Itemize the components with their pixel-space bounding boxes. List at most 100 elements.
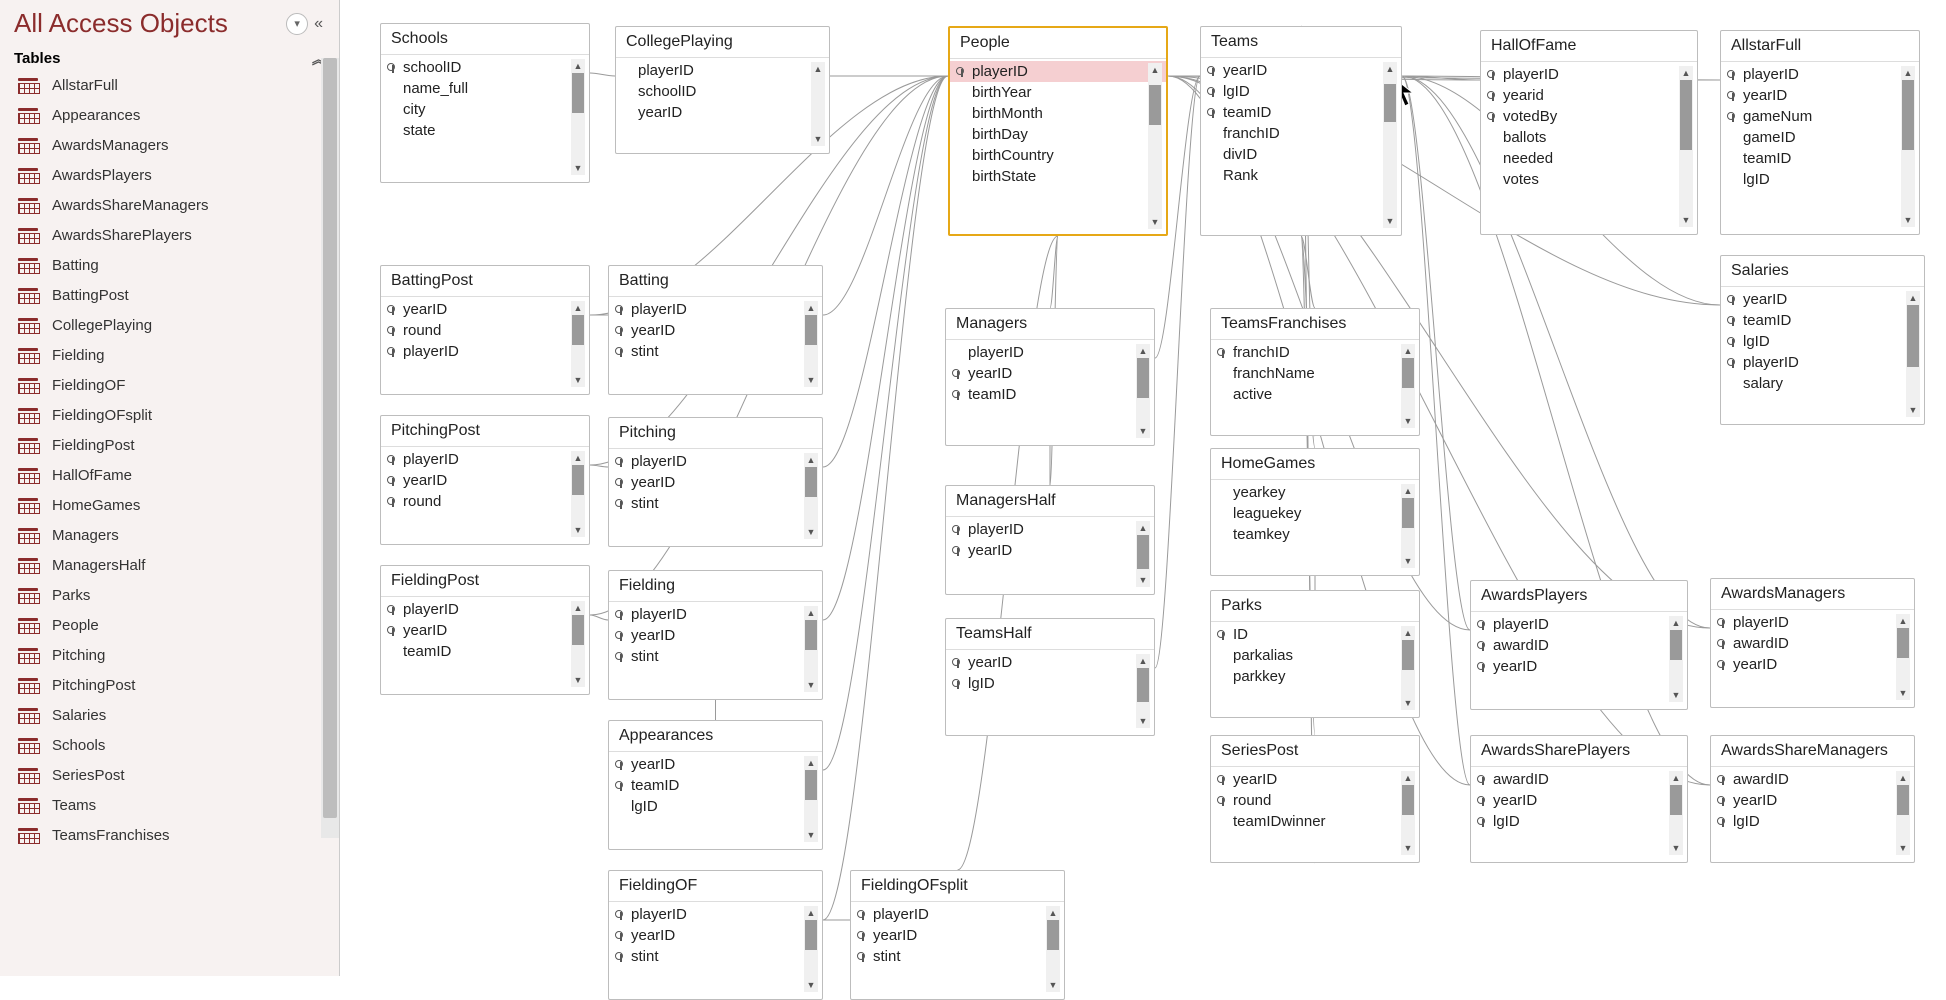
field-divid[interactable]: divID <box>1201 144 1401 165</box>
field-playerid[interactable]: playerID <box>381 449 589 470</box>
scroll-down-icon[interactable]: ▼ <box>1148 215 1162 229</box>
scroll-up-icon[interactable]: ▲ <box>1906 291 1920 305</box>
scroll-down-icon[interactable]: ▼ <box>804 978 818 992</box>
table-homegames[interactable]: HomeGamesyearkeyleaguekeyteamkey▲▼ <box>1210 448 1420 576</box>
scroll-down-icon[interactable]: ▼ <box>1401 841 1415 855</box>
scroll-down-icon[interactable]: ▼ <box>1136 573 1150 587</box>
scroll-up-icon[interactable]: ▲ <box>811 62 825 76</box>
field-yearid[interactable]: yearID <box>609 754 822 775</box>
field-yearid[interactable]: yearID <box>381 620 589 641</box>
scroll-down-icon[interactable]: ▼ <box>1896 841 1910 855</box>
scroll-up-icon[interactable]: ▲ <box>1136 654 1150 668</box>
table-title[interactable]: FieldingOFsplit <box>851 871 1064 902</box>
table-scrollbar[interactable]: ▲▼ <box>1401 771 1415 855</box>
table-title[interactable]: People <box>950 28 1166 59</box>
table-scrollbar[interactable]: ▲▼ <box>804 301 818 387</box>
table-allstarfull[interactable]: AllstarFullplayerIDyearIDgameNumgameIDte… <box>1720 30 1920 235</box>
scroll-down-icon[interactable]: ▼ <box>571 373 585 387</box>
field-gamenum[interactable]: gameNum <box>1721 106 1919 127</box>
field-yearkey[interactable]: yearkey <box>1211 482 1419 503</box>
nav-pane-header[interactable]: All Access Objects ▾ « <box>0 0 339 43</box>
field-ballots[interactable]: ballots <box>1481 127 1697 148</box>
field-yearid[interactable]: yearID <box>616 102 829 123</box>
field-yearid[interactable]: yearID <box>1201 60 1401 81</box>
scroll-thumb[interactable] <box>805 620 817 650</box>
field-franchname[interactable]: franchName <box>1211 363 1419 384</box>
scroll-track[interactable] <box>1401 785 1415 841</box>
field-playerid[interactable]: playerID <box>616 60 829 81</box>
scroll-track[interactable] <box>571 615 585 673</box>
scroll-up-icon[interactable]: ▲ <box>571 601 585 615</box>
field-playerid[interactable]: playerID <box>609 604 822 625</box>
table-title[interactable]: Schools <box>381 24 589 55</box>
relationship-line[interactable] <box>823 76 948 315</box>
table-title[interactable]: Batting <box>609 266 822 297</box>
table-teams[interactable]: TeamsyearIDlgIDteamIDfranchIDdivIDRank▲▼ <box>1200 26 1402 236</box>
table-scrollbar[interactable]: ▲▼ <box>1046 906 1060 992</box>
table-fieldingpost[interactable]: FieldingPostplayerIDyearIDteamID▲▼ <box>380 565 590 695</box>
nav-item-batting[interactable]: Batting <box>4 250 339 280</box>
field-yearid[interactable]: yearID <box>1711 654 1914 675</box>
table-title[interactable]: ManagersHalf <box>946 486 1154 517</box>
scroll-track[interactable] <box>571 73 585 161</box>
scroll-down-icon[interactable]: ▼ <box>1401 554 1415 568</box>
scroll-track[interactable] <box>1136 358 1150 424</box>
field-yearid[interactable]: yearID <box>609 625 822 646</box>
scroll-up-icon[interactable]: ▲ <box>1401 344 1415 358</box>
scroll-thumb[interactable] <box>1149 85 1161 125</box>
field-birthyear[interactable]: birthYear <box>950 82 1166 103</box>
relationship-line[interactable] <box>590 465 608 467</box>
scroll-track[interactable] <box>1679 80 1693 213</box>
field-name_full[interactable]: name_full <box>381 78 589 99</box>
nav-item-teams[interactable]: Teams <box>4 790 339 820</box>
field-teamidwinner[interactable]: teamIDwinner <box>1211 811 1419 832</box>
scroll-track[interactable] <box>571 465 585 523</box>
scroll-thumb[interactable] <box>1047 920 1059 950</box>
table-scrollbar[interactable]: ▲▼ <box>804 906 818 992</box>
scroll-up-icon[interactable]: ▲ <box>1896 771 1910 785</box>
scroll-track[interactable] <box>1401 640 1415 696</box>
scroll-thumb[interactable] <box>805 770 817 800</box>
scroll-down-icon[interactable]: ▼ <box>804 678 818 692</box>
nav-item-awardsplayers[interactable]: AwardsPlayers <box>4 160 339 190</box>
relationship-line[interactable] <box>823 76 948 467</box>
scroll-up-icon[interactable]: ▲ <box>804 453 818 467</box>
scroll-track[interactable] <box>1148 77 1162 215</box>
table-title[interactable]: Managers <box>946 309 1154 340</box>
field-teamkey[interactable]: teamkey <box>1211 524 1419 545</box>
nav-section-tables[interactable]: Tables ︽ <box>0 43 339 70</box>
field-lgid[interactable]: lgID <box>1201 81 1401 102</box>
field-parkalias[interactable]: parkalias <box>1211 645 1419 666</box>
field-yearid[interactable]: yearID <box>1211 769 1419 790</box>
field-yearid[interactable]: yearID <box>1471 656 1687 677</box>
table-title[interactable]: CollegePlaying <box>616 27 829 58</box>
nav-item-schools[interactable]: Schools <box>4 730 339 760</box>
sidebar-scrollbar[interactable] <box>321 58 339 838</box>
scroll-up-icon[interactable]: ▲ <box>1401 484 1415 498</box>
field-yearid[interactable]: yearid <box>1481 85 1697 106</box>
field-stint[interactable]: stint <box>609 341 822 362</box>
scroll-down-icon[interactable]: ▼ <box>811 132 825 146</box>
table-title[interactable]: HallOfFame <box>1481 31 1697 62</box>
field-playerid[interactable]: playerID <box>1471 614 1687 635</box>
table-title[interactable]: FieldingPost <box>381 566 589 597</box>
field-active[interactable]: active <box>1211 384 1419 405</box>
table-awardsshareplayers[interactable]: AwardsSharePlayersawardIDyearIDlgID▲▼ <box>1470 735 1688 863</box>
table-title[interactable]: HomeGames <box>1211 449 1419 480</box>
table-scrollbar[interactable]: ▲▼ <box>1669 616 1683 702</box>
table-title[interactable]: SeriesPost <box>1211 736 1419 767</box>
scroll-up-icon[interactable]: ▲ <box>1136 344 1150 358</box>
scroll-up-icon[interactable]: ▲ <box>1148 63 1162 77</box>
table-appearances[interactable]: AppearancesyearIDteamIDlgID▲▼ <box>608 720 823 850</box>
scroll-up-icon[interactable]: ▲ <box>804 756 818 770</box>
table-scrollbar[interactable]: ▲▼ <box>1401 344 1415 428</box>
table-scrollbar[interactable]: ▲▼ <box>1136 344 1150 438</box>
scroll-track[interactable] <box>1901 80 1915 213</box>
scroll-track[interactable] <box>804 770 818 828</box>
field-parkkey[interactable]: parkkey <box>1211 666 1419 687</box>
scroll-thumb[interactable] <box>1907 305 1919 367</box>
table-scrollbar[interactable]: ▲▼ <box>1383 62 1397 228</box>
field-playerid[interactable]: playerID <box>950 61 1166 82</box>
field-lgid[interactable]: lgID <box>609 796 822 817</box>
field-playerid[interactable]: playerID <box>1711 612 1914 633</box>
